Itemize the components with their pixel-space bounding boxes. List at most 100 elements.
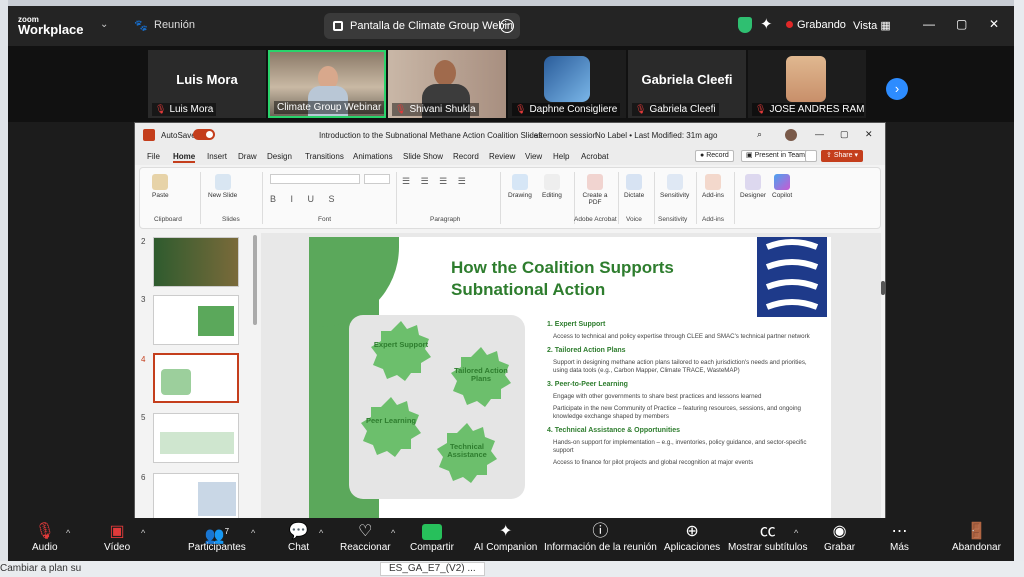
tab-file[interactable]: File [147,152,160,161]
reactions-button[interactable]: ♡ Reaccionar [340,522,391,553]
current-slide[interactable]: How the Coalition Supports Subnational A… [309,237,831,521]
designer-button[interactable]: Designer [740,174,766,199]
meeting-info-button[interactable]: ⓘ Información de la reunión [544,522,657,553]
participant-tile[interactable]: Climate Group Webinar [268,50,386,118]
chat-button[interactable]: 💬 Chat [288,522,309,553]
slide-thumbnail[interactable] [153,353,239,403]
tab-record[interactable]: Record [453,152,479,161]
paste-button[interactable]: Paste [152,174,169,199]
tab-help[interactable]: Help [553,152,569,161]
meeting-name[interactable]: 🐾 Reunión [134,19,195,33]
slide-thumbnail[interactable] [153,295,239,345]
participants-icon: 👥7 [204,527,230,545]
video-options-chevron[interactable]: ^ [141,528,145,538]
apps-icon: ⊕ [685,523,699,540]
bullet: Participate in the new Community of Prac… [553,405,801,420]
editing-button[interactable]: Editing [542,174,562,199]
sensitivity-label[interactable]: No Label • Last Modified: 31m ago [595,131,717,140]
record-button[interactable]: ● Record [695,150,734,162]
autosave-toggle[interactable] [193,129,215,140]
gears-panel: Expert Support Tailored Action Plans Pee… [349,315,525,499]
reactions-chevron[interactable]: ^ [391,528,395,538]
apps-button[interactable]: ⊕ Aplicaciones [664,522,720,553]
participant-tile[interactable]: Gabriela Cleefi 🎙 Gabriela Cleefi [628,50,746,118]
record-toolbar-button[interactable]: ◉ Grabar [824,522,855,553]
share-screen-button[interactable]: Compartir [410,522,454,553]
screen-share-pill[interactable]: Pantalla de Climate Group Webin ··· [324,13,520,39]
tab-slideshow[interactable]: Slide Show [403,152,443,161]
subtitles-chevron[interactable]: ^ [794,528,798,538]
ai-sparkle-icon[interactable]: ✦ [760,15,773,33]
group-clipboard: Clipboard [154,216,182,223]
close-icon[interactable]: ✕ [989,17,999,31]
tab-view[interactable]: View [525,152,542,161]
present-teams-button[interactable]: ▣ Present in Teams [741,150,814,162]
sensitivity-button[interactable]: Sensitivity [660,174,689,199]
shield-icon[interactable] [738,17,752,33]
share-button[interactable]: ⇪ Share ▾ [821,150,863,162]
slide-scrollbar[interactable] [881,233,885,521]
leave-button[interactable]: 🚪 Abandonar [952,522,1001,553]
chevron-down-icon[interactable]: ⌄ [100,19,108,30]
taskbar-doc[interactable]: ES_GA_E7_(V2) ... [380,562,485,576]
tab-animations[interactable]: Animations [353,152,393,161]
minimize-icon[interactable]: — [815,129,824,139]
maximize-icon[interactable]: ▢ [840,129,849,140]
thumbnail-scrollbar[interactable] [253,235,257,325]
participant-tile[interactable]: 🎙JOSE ANDRES RAMIRE... [748,50,866,118]
tab-home[interactable]: Home [173,152,196,163]
search-icon[interactable]: ⌕ [757,129,762,140]
microphone-icon [626,174,643,190]
avatar[interactable] [785,129,797,141]
font-family-select[interactable] [270,174,360,184]
slide-thumbnail[interactable] [153,413,239,463]
create-pdf-button[interactable]: Create a PDF [580,174,610,206]
participant-tile[interactable]: 🎙 Daphne Consigliere [508,50,626,118]
chat-chevron[interactable]: ^ [319,528,323,538]
tab-acrobat[interactable]: Acrobat [581,152,609,161]
participants-chevron[interactable]: ^ [251,528,255,538]
slide-thumbnail[interactable] [153,473,239,521]
paw-icon: 🐾 [134,20,148,33]
more-button[interactable]: ⋯ Más [890,522,909,553]
audio-button[interactable]: 🎙 Audio [32,522,58,553]
maximize-icon[interactable]: ▢ [956,17,967,31]
new-slide-button[interactable]: New Slide [208,174,237,199]
font-size-select[interactable] [364,174,390,184]
view-button[interactable]: Vista ▦ [853,19,891,32]
minimize-icon[interactable]: — [923,17,935,31]
recording-status[interactable]: Grabando [786,19,846,31]
more-icon[interactable]: ··· [500,19,514,33]
document-title[interactable]: Introduction to the Subnational Methane … [319,131,542,140]
paragraph-buttons[interactable]: ☰ ☰ ☰ ☰ [402,176,470,187]
meeting-toolbar: 🎙 Audio ^ ▣ Vídeo ^ 👥7 Participantes ^ 💬 Cha… [8,518,1014,561]
participants-button[interactable]: 👥7 Participantes [188,522,246,553]
close-icon[interactable]: ✕ [865,129,873,140]
taskbar-text[interactable]: Cambiar a plan su [0,563,81,574]
font-format-buttons[interactable]: B I U S [270,194,341,204]
addins-button[interactable]: Add-ins [702,174,724,199]
muted-mic-icon: 🎙 [34,523,55,540]
powerpoint-icon [143,129,155,141]
participant-tile[interactable]: 🎙 Shivani Shukla [388,50,506,118]
comment-icon[interactable] [805,150,817,162]
ribbon: Paste New Slide B I U S ☰ ☰ ☰ ☰ Drawing … [139,167,881,229]
tab-review[interactable]: Review [489,152,515,161]
participant-tile[interactable]: Luis Mora 🎙 Luis Mora [148,50,266,118]
tab-design[interactable]: Design [267,152,292,161]
new-slide-icon [214,174,231,190]
tab-transitions[interactable]: Transitions [305,152,344,161]
slide-title: How the Coalition Supports Subnational A… [451,258,674,299]
shared-screen[interactable]: AutoSave Introduction to the Subnational… [134,122,886,522]
audio-options-chevron[interactable]: ^ [66,528,70,538]
zoom-logo: zoom Workplace [18,15,84,37]
slide-thumbnail[interactable] [153,237,239,287]
next-page-icon[interactable]: › [886,78,908,100]
video-button[interactable]: ▣ Vídeo [104,522,130,553]
dictate-button[interactable]: Dictate [624,174,644,199]
tab-insert[interactable]: Insert [207,152,227,161]
tab-draw[interactable]: Draw [238,152,257,161]
copilot-button[interactable]: Copilot [772,174,792,199]
ai-companion-button[interactable]: ✦ AI Companion [474,522,537,553]
drawing-button[interactable]: Drawing [508,174,532,199]
